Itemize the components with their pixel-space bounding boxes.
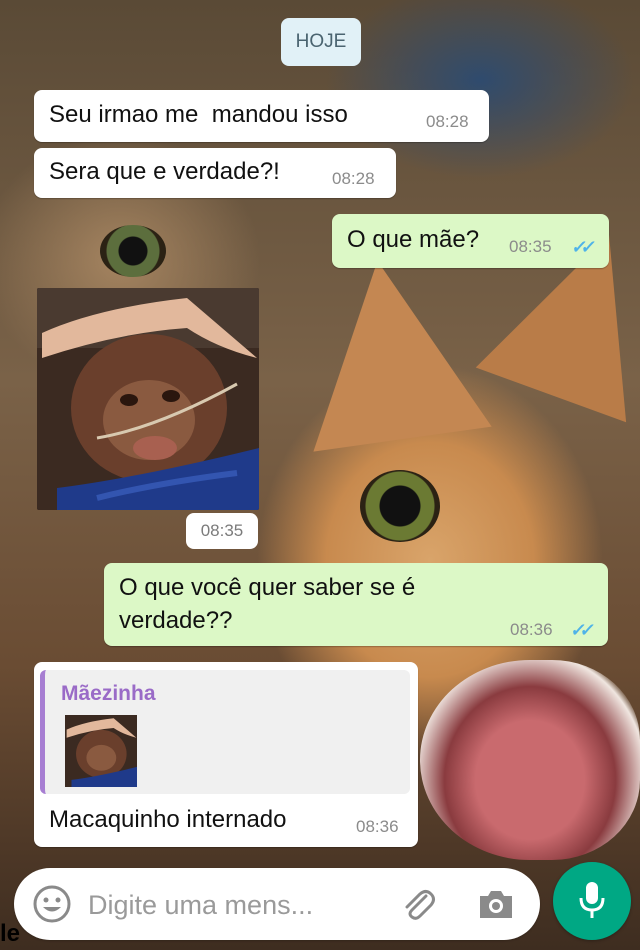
- microphone-icon: [577, 880, 607, 927]
- wallpaper-cat-eye: [360, 470, 440, 542]
- message-text: Seu irmao me mandou isso: [49, 101, 348, 128]
- message-input[interactable]: Digite uma mens...: [88, 890, 313, 921]
- photo-time: 08:35: [186, 513, 258, 549]
- message-text: O que mãe?: [347, 226, 480, 253]
- incoming-message[interactable]: Sera que e verdade?! 08:28: [34, 148, 396, 198]
- camera-icon[interactable]: [476, 886, 516, 927]
- wallpaper-cat-mouth: [420, 660, 640, 860]
- edge-text-fragment: le: [0, 920, 21, 947]
- wallpaper-cat-eye: [100, 225, 166, 277]
- message-time: 08:28: [426, 112, 469, 131]
- quoted-sender-name: Mãezinha: [61, 682, 156, 705]
- record-voice-button[interactable]: [553, 862, 631, 940]
- quoted-photo-thumbnail: [65, 715, 137, 787]
- message-text-line2: verdade??: [119, 607, 233, 634]
- photo-message[interactable]: [37, 288, 259, 510]
- baby-monkey-thumbnail: [65, 715, 137, 787]
- date-chip: HOJE: [281, 18, 361, 66]
- message-time: 08:28: [332, 169, 375, 188]
- message-text: Macaquinho internado: [49, 806, 287, 833]
- outgoing-message[interactable]: O que mãe? 08:35 ✓✓: [332, 214, 609, 268]
- smiley-icon[interactable]: [32, 884, 72, 929]
- message-text-line1: O que você quer saber se é: [119, 574, 416, 601]
- message-text: Sera que e verdade?!: [49, 158, 280, 185]
- message-time: 08:36: [510, 620, 553, 639]
- outgoing-message[interactable]: O que você quer saber se é verdade?? 08:…: [104, 563, 608, 646]
- message-composer: Digite uma mens...: [14, 868, 540, 940]
- paperclip-icon[interactable]: [398, 884, 438, 929]
- wallpaper-cat-ear: [288, 248, 492, 452]
- baby-monkey-photo: [37, 288, 259, 510]
- message-time: 08:36: [356, 817, 399, 836]
- double-check-icon: ✓✓: [569, 620, 592, 640]
- double-check-icon: ✓✓: [570, 237, 593, 257]
- quoted-message[interactable]: Mãezinha: [40, 670, 410, 794]
- incoming-message[interactable]: Seu irmao me mandou isso 08:28: [34, 90, 489, 142]
- message-time: 08:35: [509, 237, 552, 256]
